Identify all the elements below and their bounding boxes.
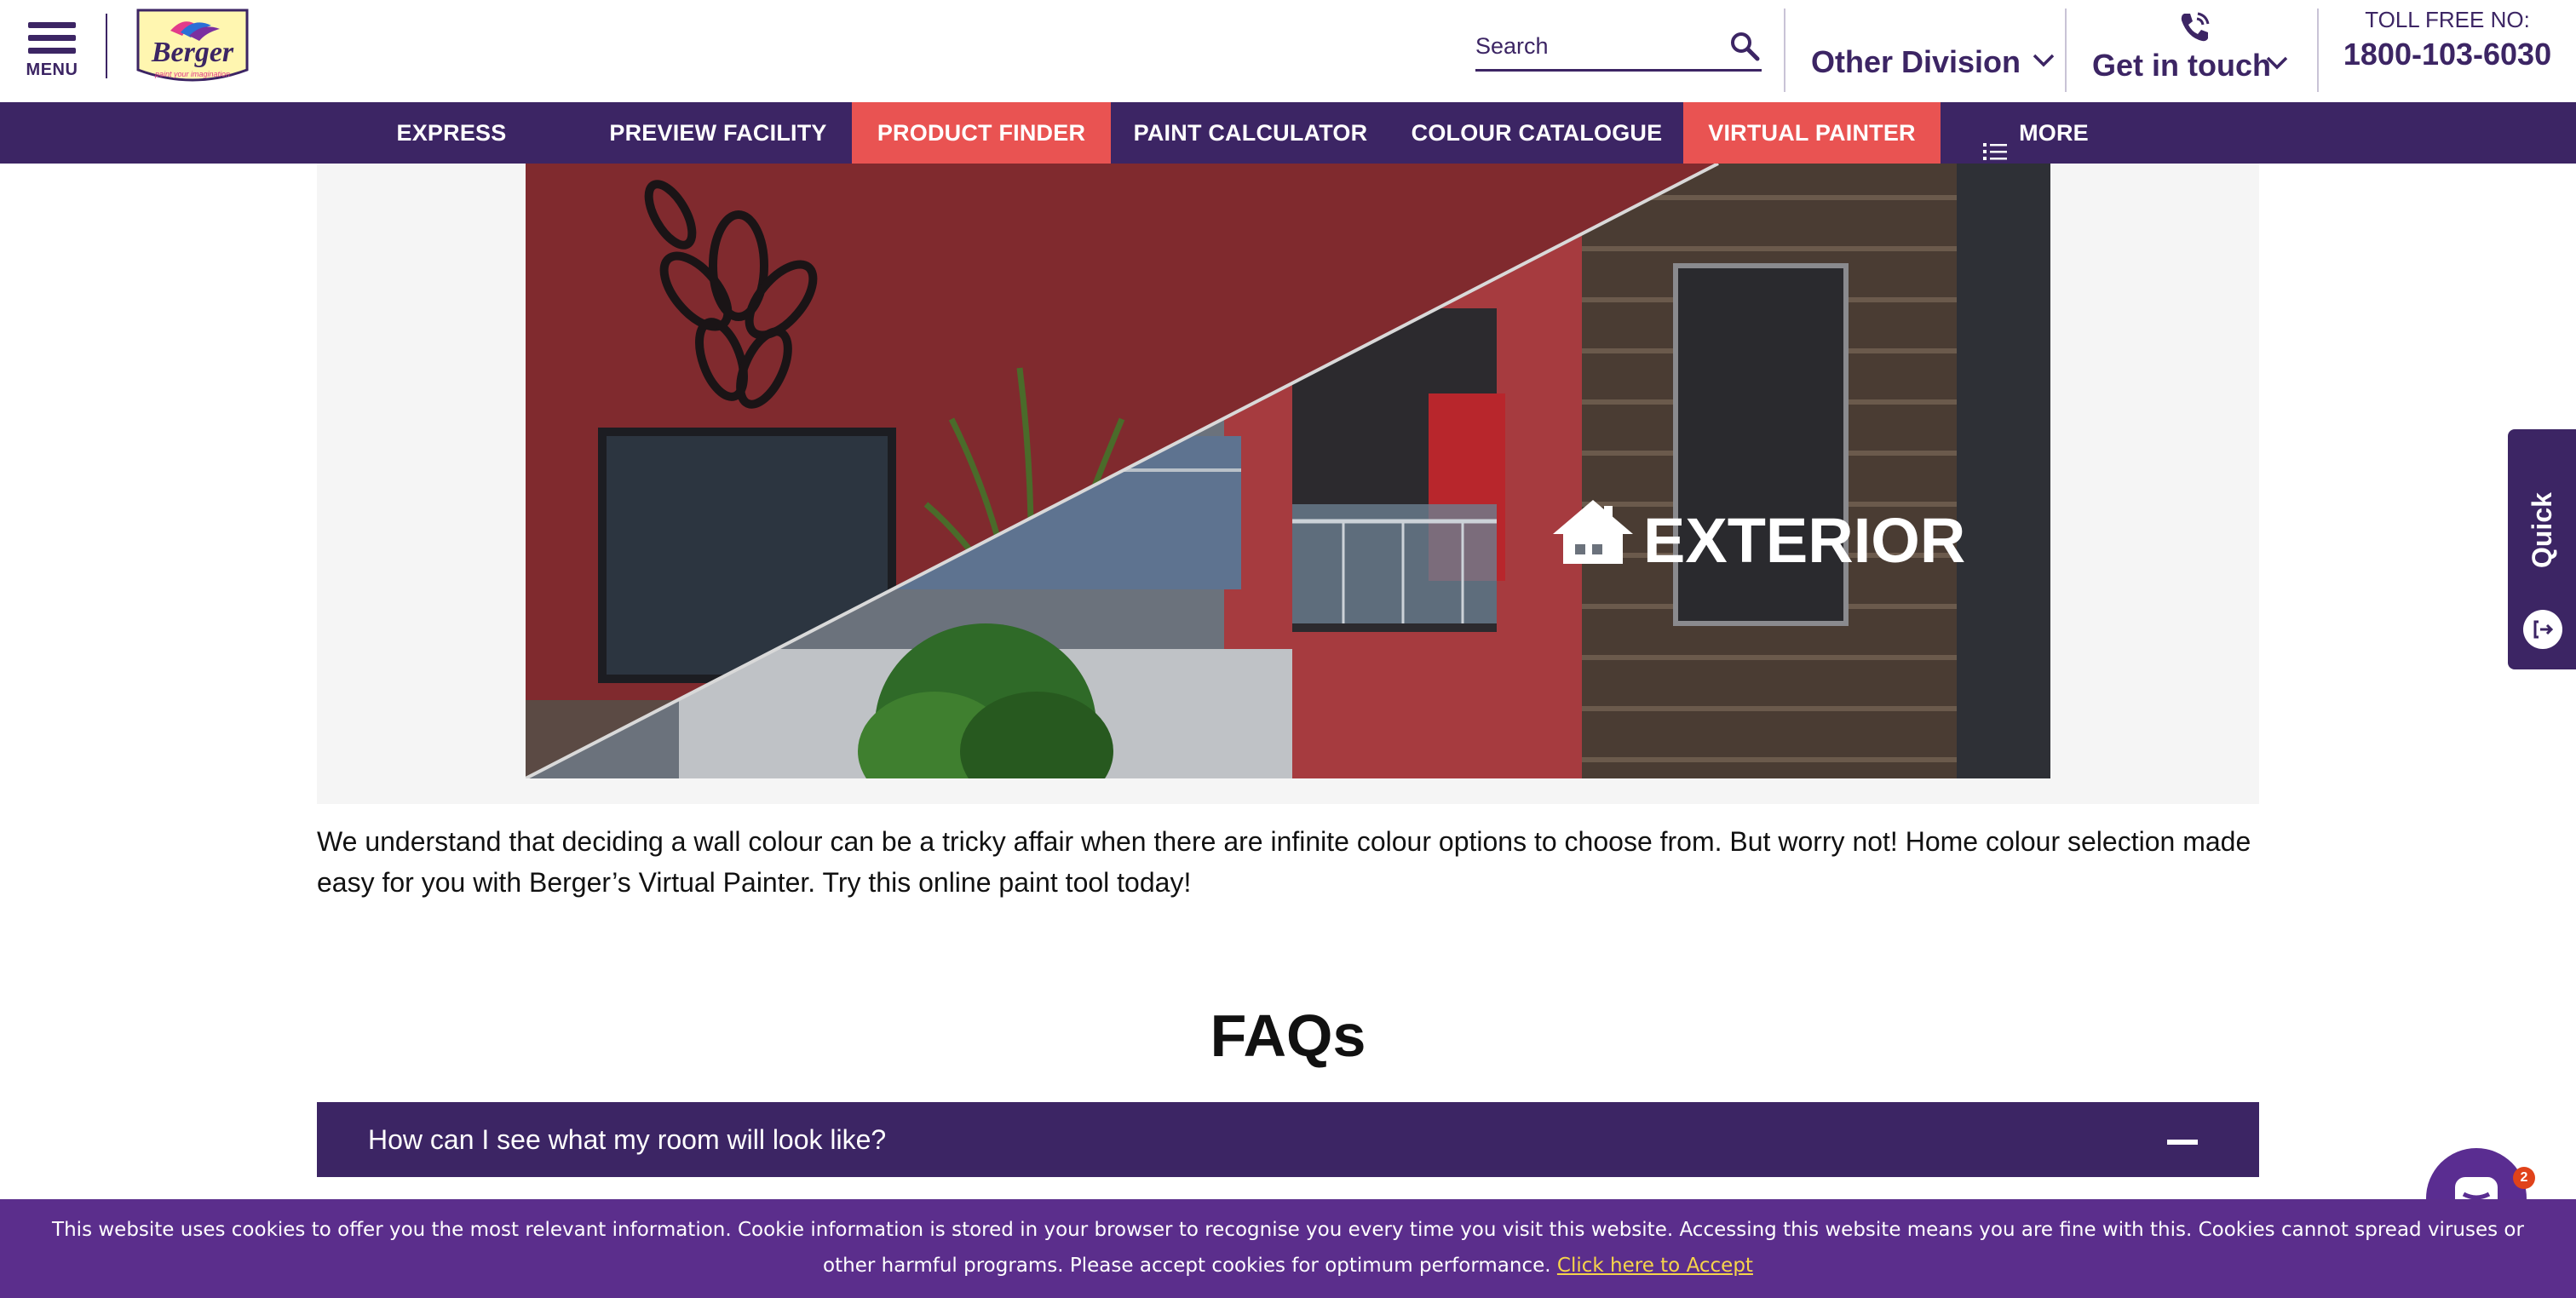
svg-text:Berger: Berger: [151, 37, 234, 68]
menu-label: MENU: [26, 60, 78, 79]
faq-question: How can I see what my room will look lik…: [368, 1124, 887, 1155]
other-division-label: Other Division: [1811, 44, 2021, 79]
nav-express-painting[interactable]: EXPRESS PAINTING: [339, 102, 564, 207]
nav-more-label: MORE: [2019, 120, 2089, 146]
header-divider: [2317, 9, 2319, 92]
toll-free: TOLL FREE NO: 1800-103-6030: [2341, 7, 2554, 72]
hamburger-icon-bar: [28, 48, 76, 54]
toll-free-label: TOLL FREE NO:: [2365, 7, 2530, 32]
search-box: [1475, 26, 1762, 72]
hamburger-icon-bar: [28, 35, 76, 41]
exit-icon: [2521, 608, 2564, 651]
main-nav: EXPRESS PAINTING PREVIEW FACILITY PRODUC…: [0, 102, 2576, 207]
header-divider: [106, 14, 107, 78]
chevron-down-icon: [2033, 54, 2055, 72]
nav-product-finder[interactable]: PRODUCT FINDER: [852, 102, 1111, 175]
berger-logo[interactable]: Berger paint your imagination: [133, 7, 252, 89]
list-icon: [1983, 123, 2008, 160]
nav-paint-calculator[interactable]: PAINT CALCULATOR: [1130, 102, 1371, 164]
hero-image: EXTERIOR: [526, 164, 2050, 778]
toll-free-number[interactable]: 1800-103-6030: [2341, 37, 2554, 72]
search-input[interactable]: [1475, 29, 1714, 63]
get-in-touch-label: Get in touch: [2092, 48, 2271, 83]
cookie-message: This website uses cookies to offer you t…: [52, 1219, 2524, 1277]
site-header: MENU Berger paint your imagination Other…: [0, 0, 2576, 102]
faq-heading: FAQs: [1210, 1002, 1366, 1069]
svg-text:paint your imagination: paint your imagination: [154, 70, 230, 78]
header-divider: [1784, 9, 1785, 92]
quick-links-label: Quick Links: [2527, 492, 2557, 569]
other-division-dropdown[interactable]: Other Division: [1811, 41, 2055, 83]
virtual-painter-description: We understand that deciding a wall colou…: [317, 826, 2251, 898]
exterior-label: EXTERIOR: [1643, 505, 1965, 576]
cookie-banner: This website uses cookies to offer you t…: [0, 1199, 2576, 1298]
header-divider: [2065, 9, 2067, 92]
collapse-minus-icon[interactable]: [2167, 1140, 2198, 1145]
menu-button[interactable]: MENU: [26, 22, 78, 83]
nav-more[interactable]: MORE: [1959, 102, 2113, 164]
search-icon[interactable]: [1728, 29, 1762, 63]
phone-icon: [2176, 9, 2213, 46]
nav-colour-catalogue[interactable]: COLOUR CATALOGUE: [1407, 102, 1666, 164]
notification-badge: 2: [2513, 1167, 2535, 1189]
nav-virtual-painter[interactable]: VIRTUAL PAINTER: [1683, 102, 1941, 175]
nav-preview-facility[interactable]: PREVIEW FACILITY: [601, 102, 835, 164]
accept-cookies-link[interactable]: Click here to Accept: [1557, 1255, 1753, 1277]
get-in-touch-dropdown[interactable]: Get in touch: [2090, 9, 2315, 85]
faq-item[interactable]: How can I see what my room will look lik…: [317, 1102, 2259, 1177]
chevron-down-icon: [2266, 56, 2288, 74]
hamburger-icon: [28, 22, 76, 28]
quick-links-tab[interactable]: Quick Links: [2508, 429, 2576, 669]
